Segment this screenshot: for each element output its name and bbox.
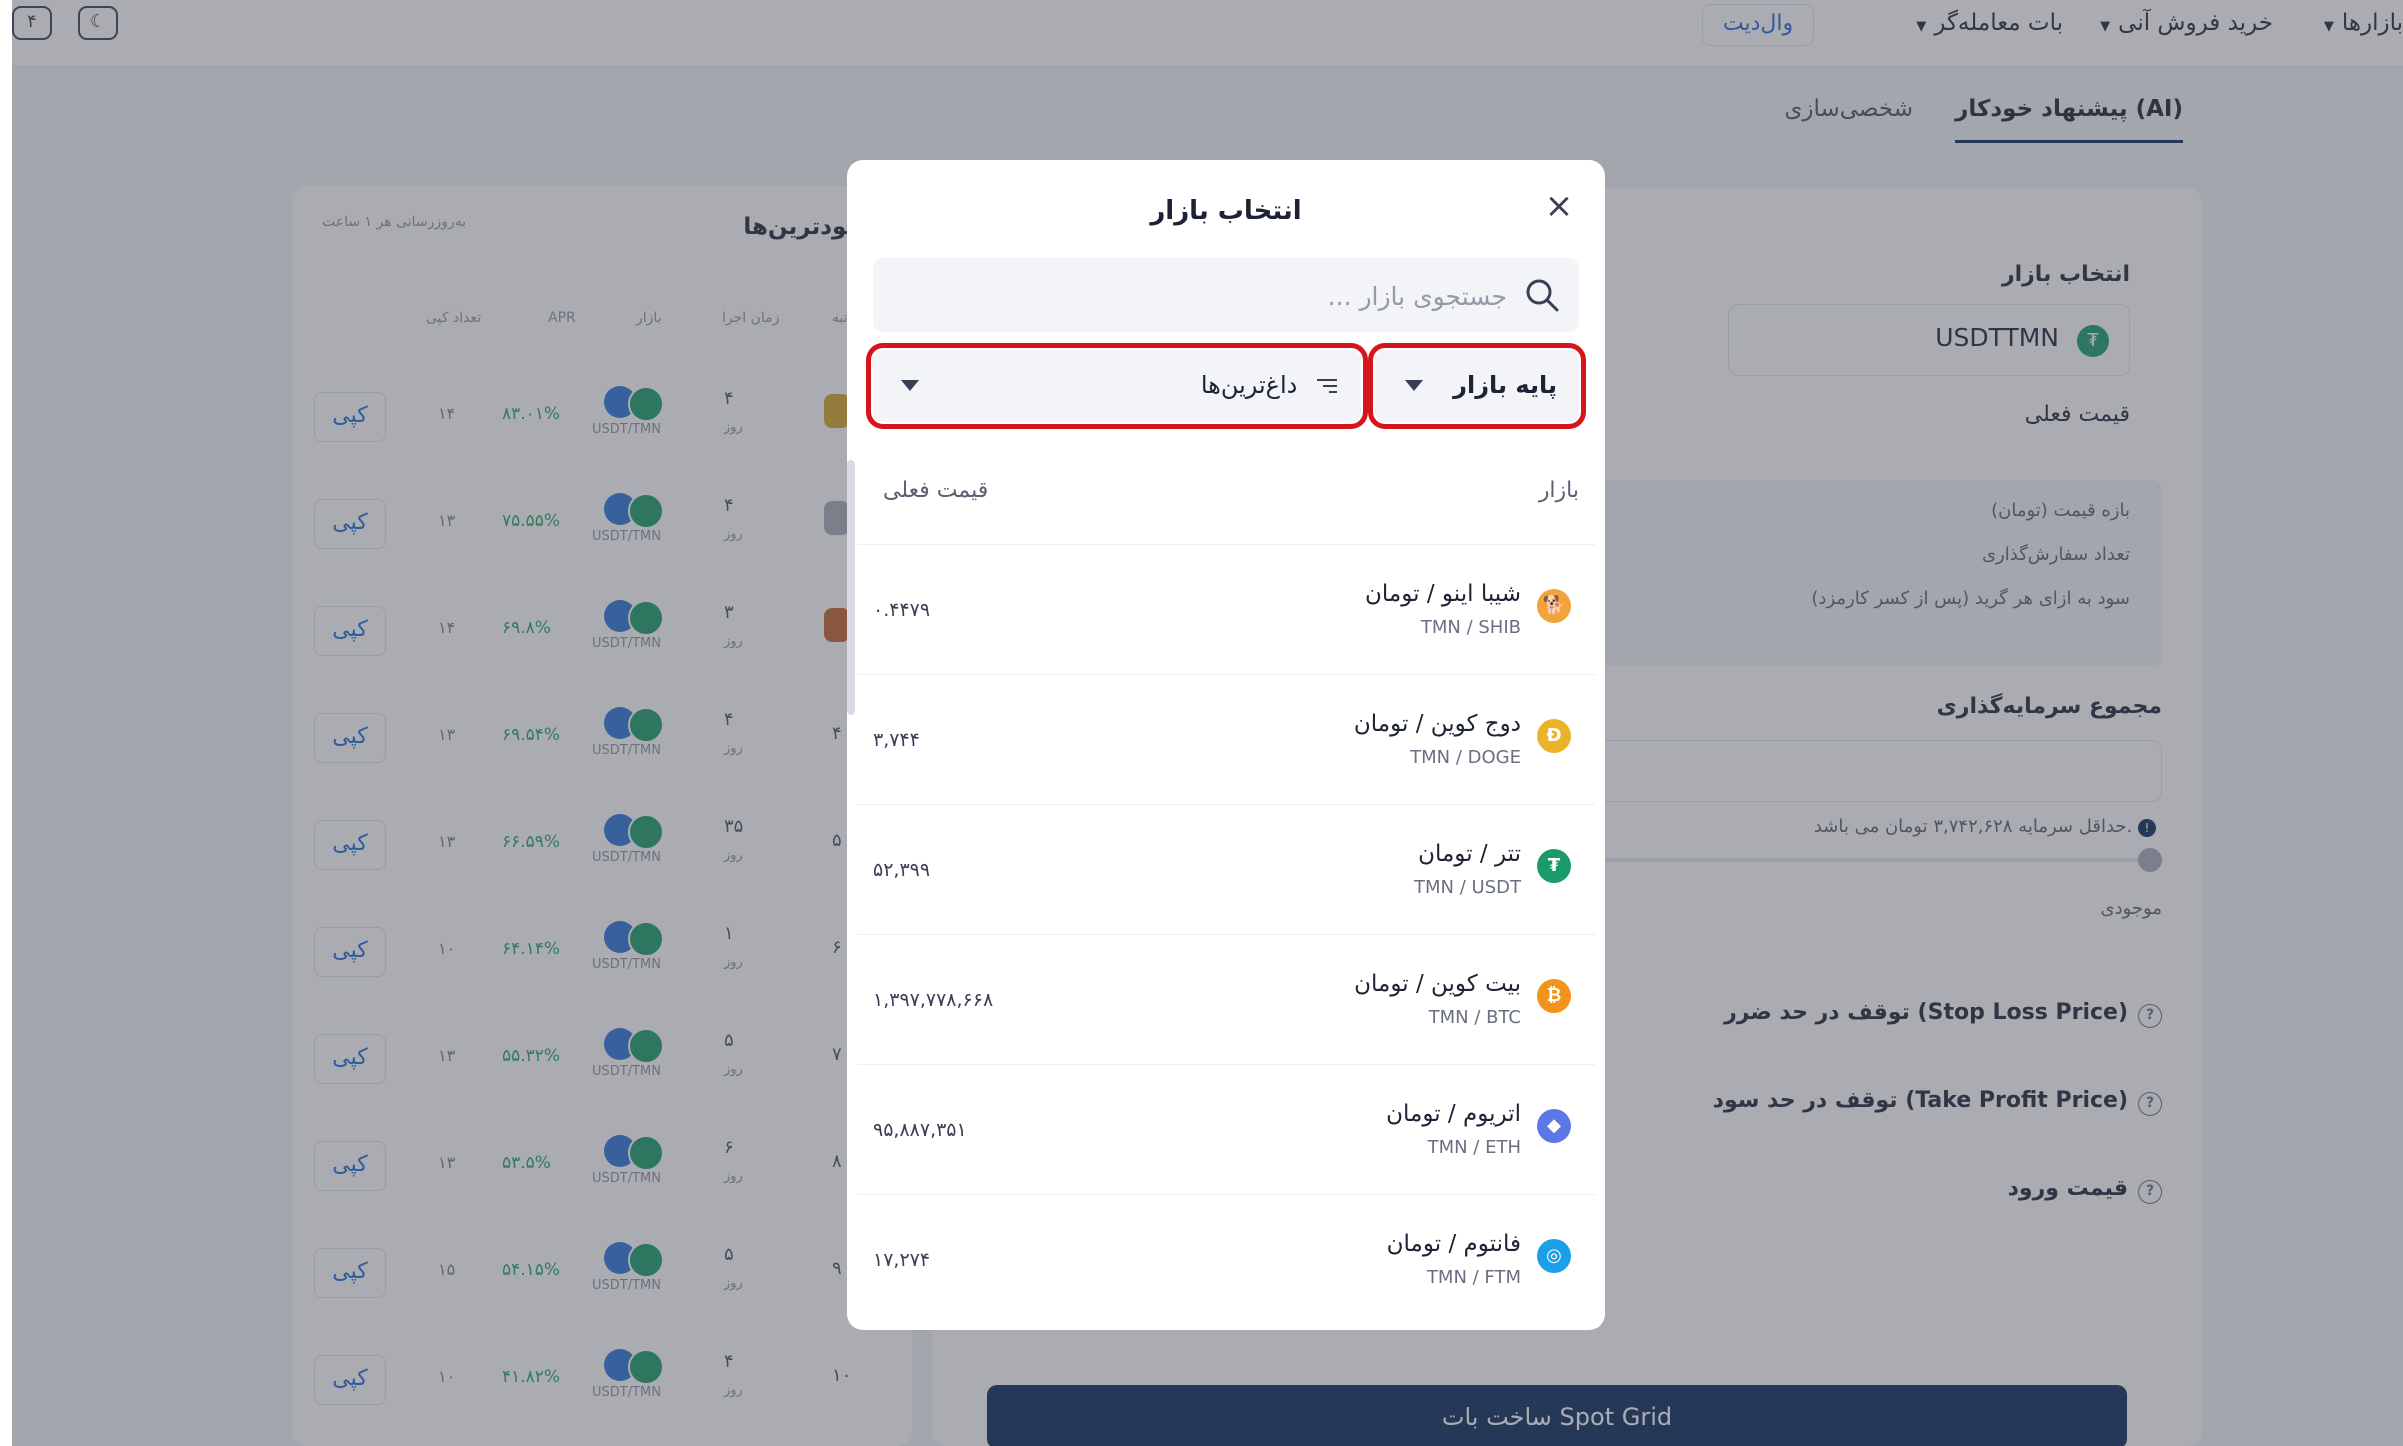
column-market: بازار — [1538, 478, 1579, 503]
market-list-item[interactable]: Ð دوج کوین / تومان TMN / DOGE ۳,۷۴۴ — [857, 674, 1595, 805]
market-pair: TMN / DOGE — [1410, 747, 1521, 768]
market-name: تتر / تومان — [1418, 841, 1521, 867]
market-name: بیت کوین / تومان — [1354, 971, 1521, 997]
market-name: دوج کوین / تومان — [1353, 711, 1521, 737]
market-price: ۱۷,۲۷۴ — [873, 1249, 931, 1271]
btc-icon: ₿ — [1537, 979, 1571, 1013]
close-icon[interactable]: × — [1539, 186, 1579, 226]
shib-icon: 🐕 — [1537, 589, 1571, 623]
market-name: شیبا اینو / تومان — [1365, 581, 1521, 607]
hottest-label: داغ‌ترین‌ها — [1201, 371, 1339, 399]
base-market-dropdown[interactable]: پایه بازار — [1368, 343, 1586, 429]
doge-icon: Ð — [1537, 719, 1571, 753]
market-list-item[interactable]: 🐕 شیبا اینو / تومان TMN / SHIB ۰.۴۴۷۹ — [857, 544, 1595, 675]
market-list-item[interactable]: ₮ تتر / تومان TMN / USDT ۵۲,۳۹۹ — [857, 804, 1595, 935]
ftm-icon: ◎ — [1537, 1239, 1571, 1273]
list-scrollbar[interactable] — [847, 460, 855, 715]
column-current-price: قیمت فعلی — [883, 478, 989, 503]
base-market-label: پایه بازار — [1453, 371, 1557, 399]
market-pair: TMN / USDT — [1414, 877, 1521, 898]
market-list-item[interactable]: ₿ بیت کوین / تومان TMN / BTC ۱,۳۹۷,۷۷۸,۶… — [857, 934, 1595, 1065]
market-pair: TMN / FTM — [1426, 1267, 1521, 1288]
market-price: ۵۲,۳۹۹ — [873, 859, 931, 881]
search-icon — [1526, 279, 1559, 312]
market-price: ۳,۷۴۴ — [873, 729, 920, 751]
market-name: فانتوم / تومان — [1386, 1231, 1521, 1257]
market-pair: TMN / SHIB — [1420, 617, 1521, 638]
market-list-item[interactable]: ◆ اتریوم / تومان TMN / ETH ۹۵,۸۸۷,۳۵۱ — [857, 1064, 1595, 1195]
market-price: ۹۵,۸۸۷,۳۵۱ — [873, 1119, 967, 1141]
market-price: ۱,۳۹۷,۷۷۸,۶۶۸ — [873, 989, 994, 1011]
chevron-down-icon — [901, 380, 919, 391]
market-price: ۰.۴۴۷۹ — [873, 599, 931, 621]
chevron-down-icon — [1405, 380, 1423, 391]
market-list-item[interactable]: ◎ فانتوم / تومان TMN / FTM ۱۷,۲۷۴ — [857, 1194, 1595, 1325]
select-market-modal: انتخاب بازار × پایه بازار داغ‌ترین‌ها با… — [847, 160, 1605, 1330]
modal-title: انتخاب بازار — [1150, 196, 1302, 226]
sort-icon — [1317, 379, 1337, 393]
market-pair: TMN / BTC — [1428, 1007, 1521, 1028]
usdt-icon: ₮ — [1537, 849, 1571, 883]
search-input[interactable] — [945, 258, 1509, 334]
market-pair: TMN / ETH — [1427, 1137, 1521, 1158]
hottest-sort-dropdown[interactable]: داغ‌ترین‌ها — [866, 343, 1368, 429]
eth-icon: ◆ — [1537, 1109, 1571, 1143]
market-name: اتریوم / تومان — [1386, 1101, 1521, 1127]
search-box[interactable] — [873, 258, 1579, 334]
